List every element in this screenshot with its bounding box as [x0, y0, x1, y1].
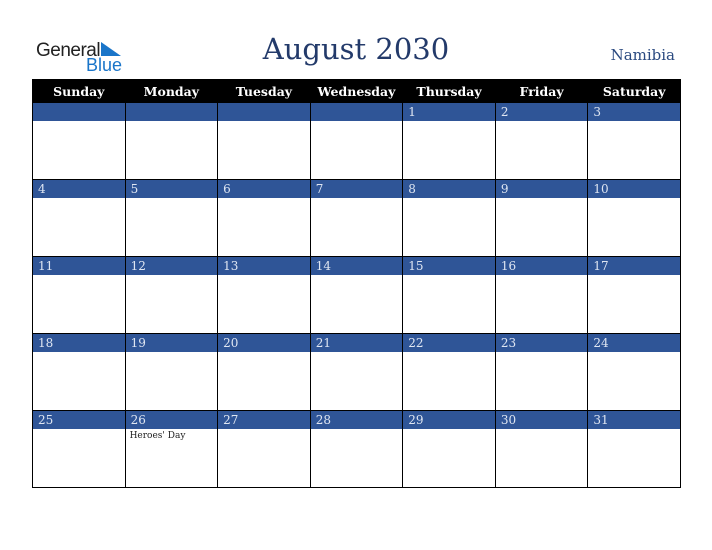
- day-number: 11: [33, 257, 125, 275]
- day-cell[interactable]: 7: [309, 179, 404, 257]
- day-cell[interactable]: 30: [494, 410, 589, 488]
- day-number: 15: [403, 257, 495, 275]
- day-cell[interactable]: 25: [32, 410, 126, 488]
- holiday-event: Heroes' Day: [129, 431, 186, 441]
- week-row: 4 5 6 7 8 9 10: [32, 179, 681, 257]
- day-number: 10: [588, 180, 680, 198]
- day-cell[interactable]: 22: [402, 333, 496, 411]
- calendar-grid: Sunday Monday Tuesday Wednesday Thursday…: [32, 79, 681, 488]
- day-number: 26: [125, 411, 218, 429]
- day-number: 21: [310, 334, 403, 352]
- calendar-title: August 2030: [262, 32, 450, 66]
- day-number: 31: [588, 411, 680, 429]
- day-cell[interactable]: 9: [494, 179, 589, 257]
- day-cell[interactable]: [32, 102, 126, 180]
- day-number: 3: [588, 103, 680, 121]
- day-cell[interactable]: 27: [217, 410, 311, 488]
- day-cell[interactable]: 14: [309, 256, 404, 334]
- day-cell[interactable]: 11: [32, 256, 126, 334]
- day-cell[interactable]: 3: [587, 102, 681, 180]
- day-number: 28: [310, 411, 403, 429]
- day-number: [218, 103, 310, 121]
- day-number: [125, 103, 218, 121]
- day-cell[interactable]: [217, 102, 311, 180]
- day-number: 29: [403, 411, 495, 429]
- day-number: 17: [588, 257, 680, 275]
- weekday-header: Monday: [124, 79, 219, 103]
- day-number: 4: [33, 180, 125, 198]
- day-cell[interactable]: [309, 102, 404, 180]
- day-number: 23: [495, 334, 588, 352]
- day-number: 8: [403, 180, 495, 198]
- weekday-header: Wednesday: [309, 79, 404, 103]
- day-number: [310, 103, 403, 121]
- week-row: 18 19 20 21 22 23 24: [32, 333, 681, 411]
- day-number: 24: [588, 334, 680, 352]
- weekday-header: Sunday: [32, 79, 126, 103]
- weekday-header-row: Sunday Monday Tuesday Wednesday Thursday…: [32, 79, 681, 103]
- day-cell[interactable]: 2: [494, 102, 589, 180]
- day-number: [33, 103, 125, 121]
- day-number: 2: [495, 103, 588, 121]
- day-number: 22: [403, 334, 495, 352]
- day-number: 30: [495, 411, 588, 429]
- day-cell[interactable]: 10: [587, 179, 681, 257]
- day-cell[interactable]: [124, 102, 219, 180]
- day-number: 7: [310, 180, 403, 198]
- day-number: 14: [310, 257, 403, 275]
- day-number: 13: [218, 257, 310, 275]
- day-cell[interactable]: 4: [32, 179, 126, 257]
- day-cell[interactable]: 19: [124, 333, 219, 411]
- day-cell[interactable]: 21: [309, 333, 404, 411]
- day-cell[interactable]: 24: [587, 333, 681, 411]
- day-number: 25: [33, 411, 125, 429]
- day-cell[interactable]: 8: [402, 179, 496, 257]
- week-row: 11 12 13 14 15 16 17: [32, 256, 681, 334]
- day-number: 9: [495, 180, 588, 198]
- day-cell[interactable]: 18: [32, 333, 126, 411]
- day-number: 16: [495, 257, 588, 275]
- day-number: 18: [33, 334, 125, 352]
- day-cell[interactable]: 28: [309, 410, 404, 488]
- week-row: 25 26 Heroes' Day 27 28 29 30 31: [32, 410, 681, 488]
- week-row: 123: [32, 102, 681, 180]
- day-number: 12: [125, 257, 218, 275]
- country-label: Namibia: [610, 46, 675, 64]
- weekday-header: Thursday: [402, 79, 496, 103]
- day-number: 6: [218, 180, 310, 198]
- day-cell[interactable]: 26 Heroes' Day: [124, 410, 219, 488]
- day-cell[interactable]: 31: [587, 410, 681, 488]
- day-number: 5: [125, 180, 218, 198]
- day-number: 27: [218, 411, 310, 429]
- day-cell[interactable]: 5: [124, 179, 219, 257]
- day-cell[interactable]: 16: [494, 256, 589, 334]
- day-cell[interactable]: 17: [587, 256, 681, 334]
- day-number: 1: [403, 103, 495, 121]
- day-cell[interactable]: 1: [402, 102, 496, 180]
- weekday-header: Tuesday: [217, 79, 311, 103]
- day-cell[interactable]: 29: [402, 410, 496, 488]
- day-number: 20: [218, 334, 310, 352]
- day-number: 19: [125, 334, 218, 352]
- day-cell[interactable]: 6: [217, 179, 311, 257]
- day-cell[interactable]: 23: [494, 333, 589, 411]
- day-cell[interactable]: 12: [124, 256, 219, 334]
- weekday-header: Friday: [494, 79, 589, 103]
- weekday-header: Saturday: [587, 79, 681, 103]
- day-cell[interactable]: 13: [217, 256, 311, 334]
- day-cell[interactable]: 15: [402, 256, 496, 334]
- day-cell[interactable]: 20: [217, 333, 311, 411]
